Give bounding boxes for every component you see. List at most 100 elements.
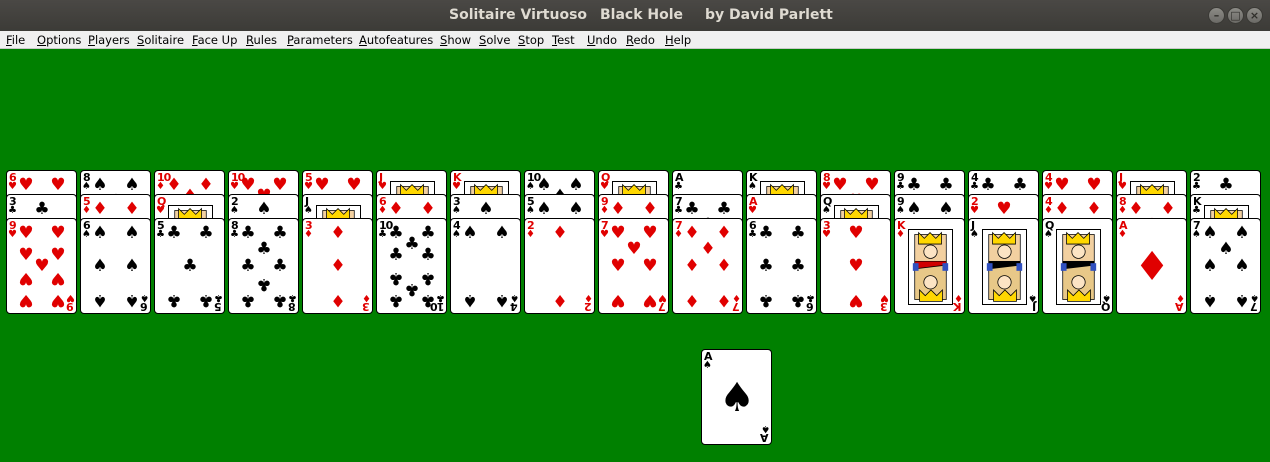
suit-icon: ♠ [82, 181, 91, 192]
suit-pip-icon: ♦ [716, 290, 732, 310]
game-table: 6♥♥♥♥♥♥♥6♥3♣♣♣♣3♣9♥♥♥♥♥♥♥♥♥♥9♥8♠♠♠♠♠♠♠♠♠… [0, 49, 1270, 462]
suit-pip-icon: ♠ [124, 290, 140, 310]
suit-icon: ♦ [584, 292, 593, 303]
card-3-diamonds[interactable]: 3 ♦ ♦ ♦ ♦ 3 ♦ [302, 218, 373, 314]
suit-pip-icon: ♣ [758, 223, 774, 243]
suit-pip-icon: ♣ [906, 175, 922, 195]
suit-pip-icon: ♦ [330, 290, 346, 310]
menu-test[interactable]: Test [552, 33, 575, 47]
menu-face-up[interactable]: Face Up [192, 33, 237, 47]
suit-icon: ♠ [1102, 292, 1111, 303]
suit-icon: ♥ [304, 181, 313, 192]
menu-redo[interactable]: Redo [626, 33, 655, 47]
card-7-spades[interactable]: 7 ♠ ♠ ♠ ♠ ♠ ♠ ♠ ♠ 7 ♠ [1190, 218, 1261, 314]
card-5-clubs[interactable]: 5 ♣ ♣ ♣ ♣ ♣ ♣ 5 ♣ [154, 218, 225, 314]
suit-icon: ♥ [156, 205, 165, 216]
suit-pip-icon: ♣ [34, 199, 50, 219]
suit-icon: ♥ [600, 229, 609, 240]
suit-pip-icon: ♣ [388, 245, 404, 265]
card-6-spades[interactable]: 6 ♠ ♠ ♠ ♠ ♠ ♠ ♠ 6 ♠ [80, 218, 151, 314]
suit-icon: ♥ [658, 292, 667, 303]
suit-pip-icon: ♦ [1160, 199, 1176, 219]
suit-pip-icon: ♥ [848, 223, 864, 243]
card-7-hearts[interactable]: 7 ♥ ♥ ♥ ♥ ♥ ♥ ♥ ♥ 7 ♥ [598, 218, 669, 314]
suit-icon: ♥ [378, 181, 387, 192]
card-2-diamonds[interactable]: 2 ♦ ♦ ♦ 2 ♦ [524, 218, 595, 314]
card-9-hearts[interactable]: 9 ♥ ♥ ♥ ♥ ♥ ♥ ♥ ♥ ♥ ♥ 9 ♥ [6, 218, 77, 314]
window-title-game: Black Hole [600, 7, 684, 23]
suit-icon: ♣ [214, 292, 223, 303]
menu-help[interactable]: Help [665, 33, 691, 47]
suit-icon: ♥ [8, 181, 17, 192]
suit-pip-icon: ♣ [256, 274, 272, 294]
menu-stop[interactable]: Stop [518, 33, 544, 47]
card-7-diamonds[interactable]: 7 ♦ ♦ ♦ ♦ ♦ ♦ ♦ ♦ 7 ♦ [672, 218, 743, 314]
suit-icon: ♥ [600, 181, 609, 192]
suit-pip-icon: ♣ [420, 268, 436, 288]
close-icon[interactable]: × [1246, 7, 1263, 24]
suit-pip-icon: ♦ [642, 199, 658, 219]
suit-pip-icon: ♥ [610, 290, 626, 310]
suit-pip-icon: ♣ [272, 223, 288, 243]
suit-pip-icon: ♣ [420, 245, 436, 265]
suit-pip-icon: ♠ [92, 256, 108, 276]
court-figure-icon [908, 229, 953, 305]
minimize-icon[interactable]: – [1208, 7, 1225, 24]
card-10-clubs[interactable]: 10 ♣ ♣ ♣ ♣ ♣ ♣ ♣ ♣ ♣ ♣ ♣ 10 ♣ [376, 218, 447, 314]
suit-pip-icon: ♠ [1218, 239, 1234, 259]
suit-icon: ♦ [304, 229, 313, 240]
suit-pip-icon: ♠ [1202, 256, 1218, 276]
menu-file[interactable]: File [6, 33, 25, 47]
suit-icon: ♣ [674, 205, 683, 216]
suit-pip-icon: ♠ [536, 199, 552, 219]
suit-pip-icon: ♣ [198, 290, 214, 310]
menu-show[interactable]: Show [440, 33, 471, 47]
suit-pip-icon: ♠ [1202, 290, 1218, 310]
suit-icon: ♥ [1118, 181, 1127, 192]
suit-icon: ♠ [452, 205, 461, 216]
suit-pip-icon: ♥ [50, 290, 66, 310]
suit-pip-icon: ♣ [240, 256, 256, 276]
suit-icon: ♦ [674, 229, 683, 240]
menu-solve[interactable]: Solve [479, 33, 510, 47]
suit-icon: ♦ [600, 205, 609, 216]
menu-solitaire[interactable]: Solitaire [137, 33, 184, 47]
suit-icon: ♥ [822, 229, 831, 240]
suit-icon: ♣ [896, 181, 905, 192]
suit-icon: ♠ [1044, 229, 1053, 240]
card-3-hearts[interactable]: 3 ♥ ♥ ♥ ♥ 3 ♥ [820, 218, 891, 314]
suit-pip-icon: ♣ [1012, 175, 1028, 195]
menu-undo[interactable]: Undo [587, 33, 617, 47]
suit-pip-icon: ♥ [996, 199, 1012, 219]
card-q-spades[interactable]: Q♠Q♠ [1042, 218, 1113, 314]
suit-pip-icon: ♠ [92, 175, 108, 195]
suit-icon: ♠ [82, 229, 91, 240]
card-4-spades[interactable]: 4 ♠ ♠ ♠ ♠ ♠ 4 ♠ [450, 218, 521, 314]
suit-pip-icon: ♥ [848, 290, 864, 310]
suit-icon: ♠ [896, 205, 905, 216]
suit-icon: ♠ [703, 360, 712, 371]
menu-rules[interactable]: Rules [246, 33, 277, 47]
card-6-clubs[interactable]: 6 ♣ ♣ ♣ ♣ ♣ ♣ ♣ 6 ♣ [746, 218, 817, 314]
suit-icon: ♥ [230, 181, 239, 192]
card-j-spades[interactable]: J♠J♠ [968, 218, 1039, 314]
suit-icon: ♣ [1192, 181, 1201, 192]
suit-pip-icon: ♣ [980, 175, 996, 195]
suit-pip-icon: ♦ [124, 199, 140, 219]
menu-options[interactable]: Options [37, 33, 81, 47]
menu-parameters[interactable]: Parameters [287, 33, 353, 47]
court-figure-icon [982, 229, 1027, 305]
menu-autofeatures[interactable]: Autofeatures [359, 33, 433, 47]
suit-icon: ♦ [1176, 292, 1185, 303]
suit-icon: ♣ [674, 181, 683, 192]
card-k-diamonds[interactable]: K ♦ K ♦ [894, 218, 965, 314]
suit-pip-icon: ♣ [240, 223, 256, 243]
suit-pip-icon: ♥ [642, 256, 658, 276]
card-a-diamonds[interactable]: A ♦ ♦ A ♦ [1116, 218, 1187, 314]
maximize-icon[interactable]: □ [1227, 7, 1244, 24]
menu-players[interactable]: Players [88, 33, 130, 47]
black-hole-foundation[interactable]: A ♠ ♠ A ♠ [701, 349, 772, 445]
suit-icon: ♠ [510, 292, 519, 303]
suit-pip-icon: ♠ [124, 175, 140, 195]
card-8-clubs[interactable]: 8 ♣ ♣ ♣ ♣ ♣ ♣ ♣ ♣ ♣ 8 ♣ [228, 218, 299, 314]
